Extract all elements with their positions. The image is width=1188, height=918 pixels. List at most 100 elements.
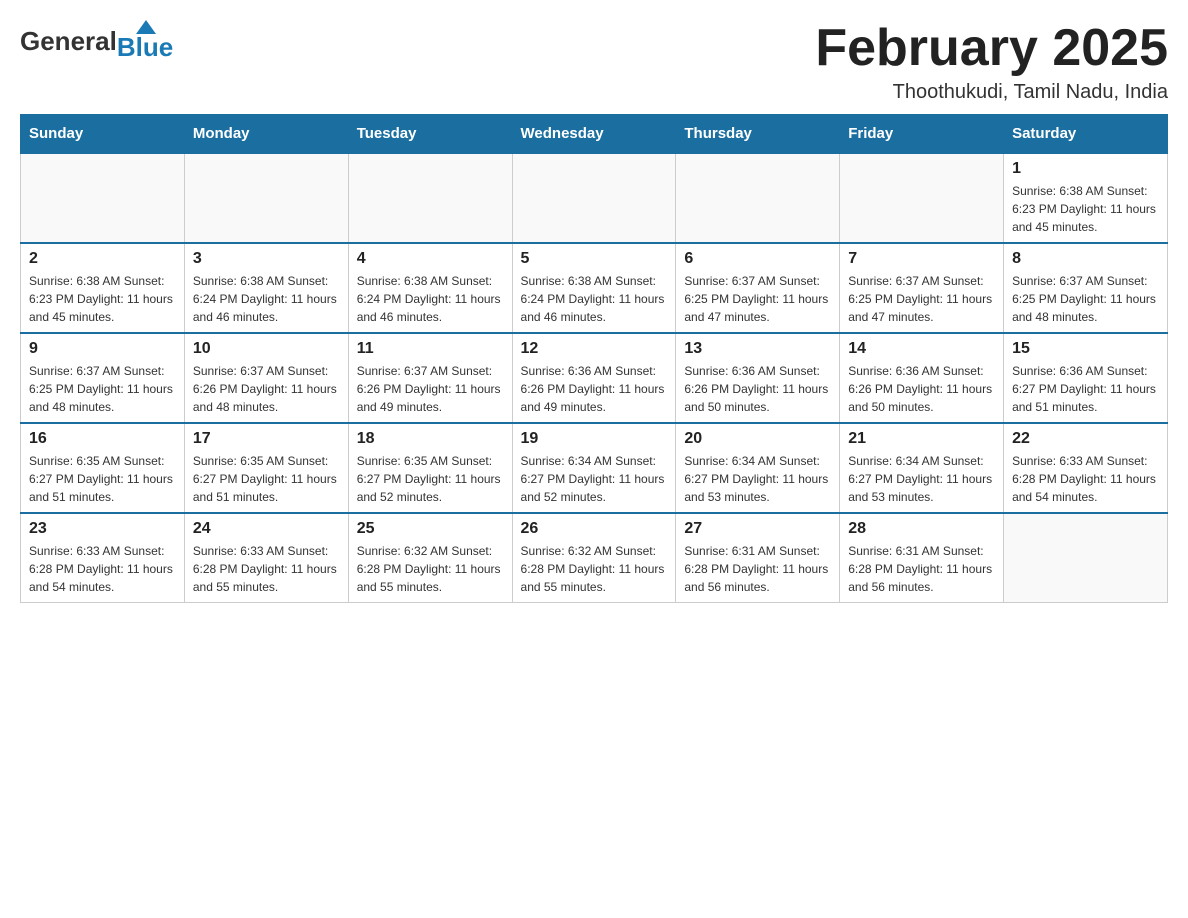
table-row: 13 Sunrise: 6:36 AM Sunset: 6:26 PM Dayli… — [676, 333, 840, 423]
header-sunday: Sunday — [21, 115, 185, 154]
table-row: 3 Sunrise: 6:38 AM Sunset: 6:24 PM Daylig… — [184, 243, 348, 333]
day-info: Sunrise: 6:33 AM Sunset: 6:28 PM Dayligh… — [1012, 452, 1159, 506]
table-row: 2 Sunrise: 6:38 AM Sunset: 6:23 PM Daylig… — [21, 243, 185, 333]
table-row: 22 Sunrise: 6:33 AM Sunset: 6:28 PM Dayli… — [1004, 423, 1168, 513]
day-number: 1 — [1012, 160, 1159, 178]
day-info: Sunrise: 6:32 AM Sunset: 6:28 PM Dayligh… — [357, 542, 504, 596]
header-saturday: Saturday — [1004, 115, 1168, 154]
day-info: Sunrise: 6:36 AM Sunset: 6:26 PM Dayligh… — [521, 362, 668, 416]
day-info: Sunrise: 6:38 AM Sunset: 6:24 PM Dayligh… — [357, 272, 504, 326]
table-row: 18 Sunrise: 6:35 AM Sunset: 6:27 PM Dayli… — [348, 423, 512, 513]
day-info: Sunrise: 6:34 AM Sunset: 6:27 PM Dayligh… — [521, 452, 668, 506]
weekday-header-row: Sunday Monday Tuesday Wednesday Thursday… — [21, 115, 1168, 154]
day-number: 8 — [1012, 250, 1159, 268]
day-info: Sunrise: 6:34 AM Sunset: 6:27 PM Dayligh… — [848, 452, 995, 506]
table-row: 10 Sunrise: 6:37 AM Sunset: 6:26 PM Dayli… — [184, 333, 348, 423]
day-info: Sunrise: 6:37 AM Sunset: 6:25 PM Dayligh… — [29, 362, 176, 416]
day-info: Sunrise: 6:33 AM Sunset: 6:28 PM Dayligh… — [29, 542, 176, 596]
table-row: 19 Sunrise: 6:34 AM Sunset: 6:27 PM Dayli… — [512, 423, 676, 513]
table-row: 24Sunrise: 6:33 AM Sunset: 6:28 PM Dayli… — [184, 513, 348, 603]
day-info: Sunrise: 6:36 AM Sunset: 6:26 PM Dayligh… — [684, 362, 831, 416]
table-row: 5Sunrise: 6:38 AM Sunset: 6:24 PM Daylig… — [512, 243, 676, 333]
day-number: 19 — [521, 430, 668, 448]
day-number: 26 — [521, 520, 668, 538]
table-row: 8 Sunrise: 6:37 AM Sunset: 6:25 PM Daylig… — [1004, 243, 1168, 333]
table-row: 16Sunrise: 6:35 AM Sunset: 6:27 PM Dayli… — [21, 423, 185, 513]
day-info: Sunrise: 6:34 AM Sunset: 6:27 PM Dayligh… — [684, 452, 831, 506]
table-row: 27 Sunrise: 6:31 AM Sunset: 6:28 PM Dayli… — [676, 513, 840, 603]
day-info: Sunrise: 6:37 AM Sunset: 6:26 PM Dayligh… — [193, 362, 340, 416]
day-number: 17 — [193, 430, 340, 448]
month-title: February 2025 — [815, 20, 1168, 77]
day-info: Sunrise: 6:37 AM Sunset: 6:26 PM Dayligh… — [357, 362, 504, 416]
day-number: 13 — [684, 340, 831, 358]
day-number: 27 — [684, 520, 831, 538]
header-thursday: Thursday — [676, 115, 840, 154]
day-number: 7 — [848, 250, 995, 268]
day-info: Sunrise: 6:37 AM Sunset: 6:25 PM Dayligh… — [848, 272, 995, 326]
day-info: Sunrise: 6:38 AM Sunset: 6:24 PM Dayligh… — [193, 272, 340, 326]
logo-blue-part: Blue — [117, 20, 173, 63]
day-info: Sunrise: 6:38 AM Sunset: 6:23 PM Dayligh… — [1012, 182, 1159, 236]
day-info: Sunrise: 6:38 AM Sunset: 6:23 PM Dayligh… — [29, 272, 176, 326]
day-number: 14 — [848, 340, 995, 358]
table-row — [184, 153, 348, 243]
day-info: Sunrise: 6:35 AM Sunset: 6:27 PM Dayligh… — [193, 452, 340, 506]
calendar-week-row: 2 Sunrise: 6:38 AM Sunset: 6:23 PM Daylig… — [21, 243, 1168, 333]
table-row: 12 Sunrise: 6:36 AM Sunset: 6:26 PM Dayli… — [512, 333, 676, 423]
day-info: Sunrise: 6:32 AM Sunset: 6:28 PM Dayligh… — [521, 542, 668, 596]
day-number: 20 — [684, 430, 831, 448]
header-monday: Monday — [184, 115, 348, 154]
table-row: 21 Sunrise: 6:34 AM Sunset: 6:27 PM Dayli… — [840, 423, 1004, 513]
calendar-week-row: 23 Sunrise: 6:33 AM Sunset: 6:28 PM Dayli… — [21, 513, 1168, 603]
table-row: 15 Sunrise: 6:36 AM Sunset: 6:27 PM Dayli… — [1004, 333, 1168, 423]
table-row: 6Sunrise: 6:37 AM Sunset: 6:25 PM Daylig… — [676, 243, 840, 333]
day-info: Sunrise: 6:36 AM Sunset: 6:27 PM Dayligh… — [1012, 362, 1159, 416]
table-row: 1 Sunrise: 6:38 AM Sunset: 6:23 PM Daylig… — [1004, 153, 1168, 243]
table-row: 20 Sunrise: 6:34 AM Sunset: 6:27 PM Dayli… — [676, 423, 840, 513]
day-number: 28 — [848, 520, 995, 538]
day-info: Sunrise: 6:38 AM Sunset: 6:24 PM Dayligh… — [521, 272, 668, 326]
table-row: 23 Sunrise: 6:33 AM Sunset: 6:28 PM Dayli… — [21, 513, 185, 603]
table-row — [512, 153, 676, 243]
table-row — [840, 153, 1004, 243]
day-info: Sunrise: 6:35 AM Sunset: 6:27 PM Dayligh… — [357, 452, 504, 506]
location: Thoothukudi, Tamil Nadu, India — [815, 81, 1168, 104]
table-row: 7 Sunrise: 6:37 AM Sunset: 6:25 PM Daylig… — [840, 243, 1004, 333]
day-number: 15 — [1012, 340, 1159, 358]
table-row: 4 Sunrise: 6:38 AM Sunset: 6:24 PM Daylig… — [348, 243, 512, 333]
day-info: Sunrise: 6:37 AM Sunset: 6:25 PM Dayligh… — [1012, 272, 1159, 326]
day-info: Sunrise: 6:35 AM Sunset: 6:27 PM Dayligh… — [29, 452, 176, 506]
day-info: Sunrise: 6:36 AM Sunset: 6:26 PM Dayligh… — [848, 362, 995, 416]
table-row — [348, 153, 512, 243]
table-row — [1004, 513, 1168, 603]
day-info: Sunrise: 6:31 AM Sunset: 6:28 PM Dayligh… — [684, 542, 831, 596]
day-number: 3 — [193, 250, 340, 268]
header-tuesday: Tuesday — [348, 115, 512, 154]
day-number: 25 — [357, 520, 504, 538]
day-number: 12 — [521, 340, 668, 358]
day-number: 18 — [357, 430, 504, 448]
day-number: 2 — [29, 250, 176, 268]
day-number: 4 — [357, 250, 504, 268]
title-block: February 2025 Thoothukudi, Tamil Nadu, I… — [815, 20, 1168, 104]
table-row: 28Sunrise: 6:31 AM Sunset: 6:28 PM Dayli… — [840, 513, 1004, 603]
calendar-week-row: 9 Sunrise: 6:37 AM Sunset: 6:25 PM Daylig… — [21, 333, 1168, 423]
day-number: 10 — [193, 340, 340, 358]
day-info: Sunrise: 6:33 AM Sunset: 6:28 PM Dayligh… — [193, 542, 340, 596]
logo-blue-text: Blue — [117, 32, 173, 63]
calendar-table: Sunday Monday Tuesday Wednesday Thursday… — [20, 114, 1168, 603]
day-number: 21 — [848, 430, 995, 448]
day-number: 9 — [29, 340, 176, 358]
day-number: 11 — [357, 340, 504, 358]
day-number: 23 — [29, 520, 176, 538]
header-friday: Friday — [840, 115, 1004, 154]
day-number: 22 — [1012, 430, 1159, 448]
table-row: 11 Sunrise: 6:37 AM Sunset: 6:26 PM Dayli… — [348, 333, 512, 423]
table-row: 14 Sunrise: 6:36 AM Sunset: 6:26 PM Dayli… — [840, 333, 1004, 423]
calendar-week-row: 16Sunrise: 6:35 AM Sunset: 6:27 PM Dayli… — [21, 423, 1168, 513]
logo-general-text: General — [20, 26, 117, 57]
table-row: 17 Sunrise: 6:35 AM Sunset: 6:27 PM Dayli… — [184, 423, 348, 513]
day-number: 6 — [684, 250, 831, 268]
calendar-week-row: 1 Sunrise: 6:38 AM Sunset: 6:23 PM Daylig… — [21, 153, 1168, 243]
